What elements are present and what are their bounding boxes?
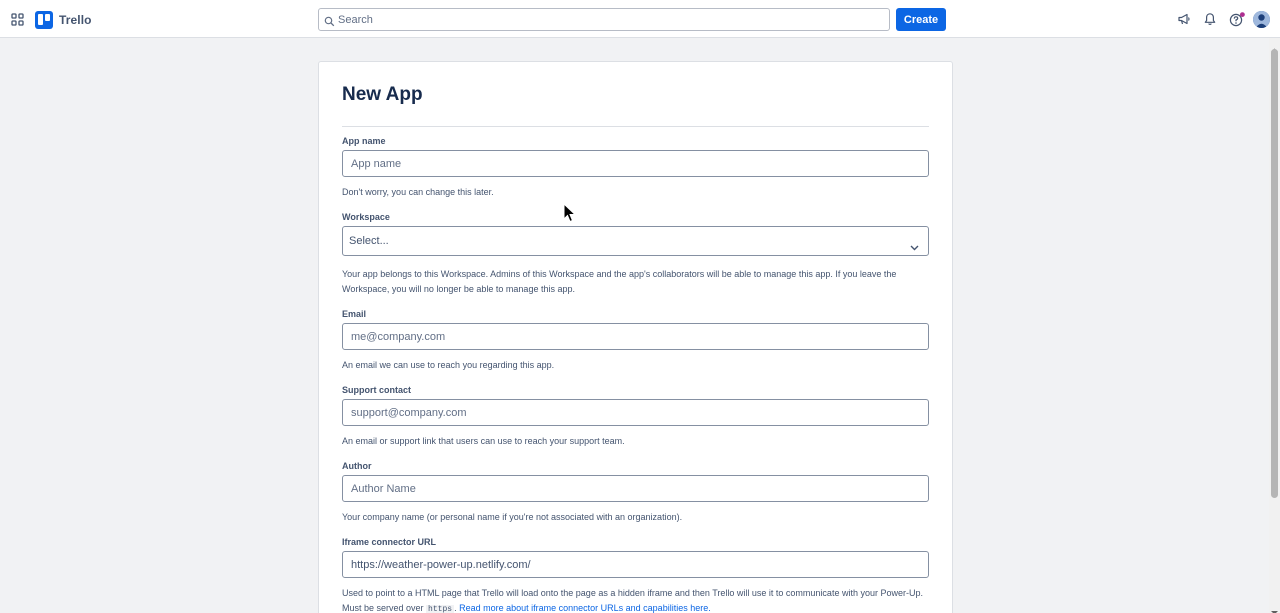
workspace-help: Your app belongs to this Workspace. Admi… (342, 269, 897, 294)
support-contact-input[interactable] (342, 399, 929, 426)
workspace-label: Workspace (342, 212, 390, 222)
workspace-select[interactable]: Select... (342, 226, 929, 256)
trello-logo-icon (35, 11, 53, 29)
help-icon[interactable] (1229, 12, 1245, 27)
author-input[interactable] (342, 475, 929, 502)
author-help: Your company name (or personal name if y… (342, 512, 683, 522)
create-button[interactable]: Create (896, 8, 946, 31)
workspace-selected-value: Select... (349, 235, 389, 247)
iframe-url-input[interactable] (342, 551, 929, 578)
iframe-help-code: https (426, 605, 455, 613)
top-bar: Trello Create (0, 0, 1280, 38)
support-contact-label: Support contact (342, 385, 411, 395)
email-label: Email (342, 309, 367, 319)
new-app-form-card: New App App name Don't worry, you can ch… (318, 61, 953, 613)
app-name-label: App name (342, 136, 386, 146)
search-box[interactable] (318, 8, 890, 31)
app-name-help: Don't worry, you can change this later. (342, 187, 494, 197)
scrollbar-thumb[interactable] (1271, 49, 1278, 498)
support-contact-help: An email or support link that users can … (342, 436, 625, 446)
title-divider (342, 126, 929, 127)
iframe-help-link[interactable]: Read more about iframe connector URLs an… (459, 603, 711, 613)
search-icon (324, 14, 335, 27)
search-input[interactable] (338, 9, 878, 30)
email-help: An email we can use to reach you regardi… (342, 360, 555, 370)
mouse-cursor-icon (563, 202, 577, 223)
app-name-input[interactable] (342, 150, 929, 177)
apps-grid-icon[interactable] (11, 13, 24, 26)
bell-icon[interactable] (1203, 12, 1217, 26)
app-name: Trello (59, 13, 92, 27)
avatar[interactable] (1253, 11, 1270, 28)
page-scrollbar[interactable] (1269, 38, 1280, 613)
iframe-url-help: Used to point to a HTML page that Trello… (342, 586, 932, 613)
scroll-up-arrow-icon[interactable] (1270, 40, 1279, 52)
trello-logo[interactable]: Trello (35, 11, 92, 29)
iframe-url-label: Iframe connector URL (342, 537, 437, 547)
megaphone-icon[interactable] (1177, 12, 1191, 26)
scroll-down-arrow-icon[interactable] (1270, 603, 1279, 613)
chevron-down-icon (910, 238, 919, 251)
author-label: Author (342, 461, 372, 471)
email-input[interactable] (342, 323, 929, 350)
page-title: New App (342, 84, 423, 105)
